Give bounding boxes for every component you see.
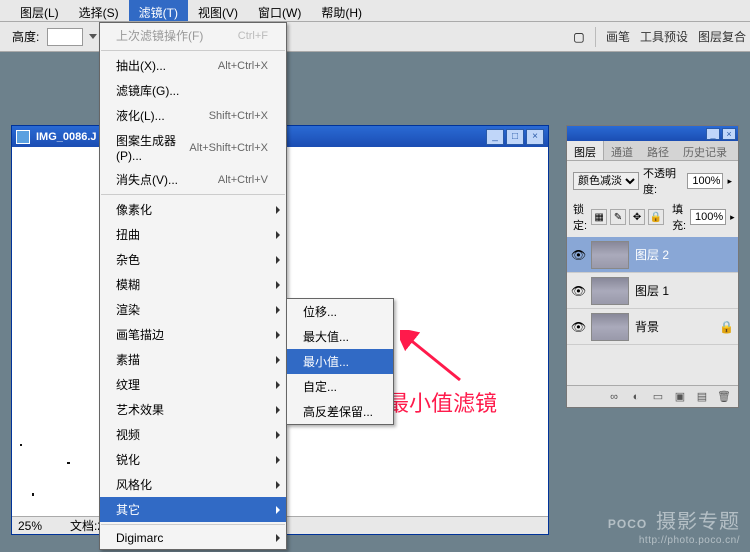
opacity-label: 不透明度: bbox=[643, 165, 683, 197]
menu-blur[interactable]: 模糊 bbox=[100, 272, 286, 297]
fill-label: 填充: bbox=[672, 201, 686, 233]
menu-video[interactable]: 视频 bbox=[100, 422, 286, 447]
palette-toggle-icon[interactable]: ▢ bbox=[569, 27, 589, 47]
height-input[interactable] bbox=[47, 28, 83, 46]
fill-input[interactable] bbox=[690, 209, 726, 225]
layer-comps-link[interactable]: 图层复合 bbox=[694, 26, 750, 47]
submenu-custom[interactable]: 自定... bbox=[287, 374, 393, 399]
menu-filter-gallery[interactable]: 滤镜库(G)... bbox=[100, 78, 286, 103]
lock-position-icon[interactable]: ✥ bbox=[629, 209, 645, 225]
menu-help[interactable]: 帮助(H) bbox=[311, 0, 372, 21]
menu-stylize[interactable]: 风格化 bbox=[100, 472, 286, 497]
visibility-toggle-icon[interactable]: 👁 bbox=[571, 248, 585, 262]
layer-style-icon[interactable]: ◐ bbox=[628, 389, 644, 405]
blend-mode-select[interactable]: 颜色减淡 bbox=[573, 172, 639, 190]
document-icon bbox=[16, 130, 30, 144]
new-group-icon[interactable]: ▣ bbox=[672, 389, 688, 405]
menu-extract[interactable]: 抽出(X)...Alt+Ctrl+X bbox=[100, 53, 286, 78]
menu-filter[interactable]: 滤镜(T) bbox=[129, 0, 188, 21]
height-label: 高度: bbox=[12, 28, 39, 45]
lock-paint-icon[interactable]: ✎ bbox=[610, 209, 626, 225]
submenu-offset[interactable]: 位移... bbox=[287, 299, 393, 324]
zoom-level[interactable]: 25% bbox=[18, 519, 58, 533]
minimize-button[interactable]: _ bbox=[486, 129, 504, 145]
menu-brush-strokes[interactable]: 画笔描边 bbox=[100, 322, 286, 347]
layer-row[interactable]: 👁 图层 2 bbox=[567, 237, 738, 273]
panel-titlebar[interactable]: _ × bbox=[567, 126, 738, 141]
menu-select[interactable]: 选择(S) bbox=[69, 0, 129, 21]
menu-pixelate[interactable]: 像素化 bbox=[100, 197, 286, 222]
menu-distort[interactable]: 扭曲 bbox=[100, 222, 286, 247]
fill-arrow-icon[interactable]: ▸ bbox=[730, 212, 735, 223]
tab-paths[interactable]: 路径 bbox=[640, 141, 676, 160]
opacity-input[interactable] bbox=[687, 173, 723, 189]
submenu-minimum[interactable]: 最小值... bbox=[287, 349, 393, 374]
other-submenu: 位移... 最大值... 最小值... 自定... 高反差保留... bbox=[286, 298, 394, 425]
lock-all-icon[interactable]: 🔒 bbox=[648, 209, 664, 225]
lock-icon: 🔒 bbox=[719, 320, 734, 334]
tab-history[interactable]: 历史记录 bbox=[676, 141, 734, 160]
panel-tabs: 图层 通道 路径 历史记录 bbox=[567, 141, 738, 161]
brushes-palette-link[interactable]: 画笔 bbox=[602, 26, 634, 47]
filter-dropdown: 上次滤镜操作(F) Ctrl+F 抽出(X)...Alt+Ctrl+X 滤镜库(… bbox=[99, 22, 287, 550]
menu-render[interactable]: 渲染 bbox=[100, 297, 286, 322]
menu-other[interactable]: 其它 bbox=[100, 497, 286, 522]
layer-thumbnail[interactable] bbox=[591, 277, 629, 305]
close-button[interactable]: × bbox=[526, 129, 544, 145]
menu-pattern-maker[interactable]: 图案生成器(P)...Alt+Shift+Ctrl+X bbox=[100, 128, 286, 167]
layer-row[interactable]: 👁 背景 🔒 bbox=[567, 309, 738, 345]
submenu-high-pass[interactable]: 高反差保留... bbox=[287, 399, 393, 424]
menu-noise[interactable]: 杂色 bbox=[100, 247, 286, 272]
menu-artistic[interactable]: 艺术效果 bbox=[100, 397, 286, 422]
tool-presets-link[interactable]: 工具预设 bbox=[636, 26, 692, 47]
layer-list: 👁 图层 2 👁 图层 1 👁 背景 🔒 bbox=[567, 237, 738, 385]
submenu-maximum[interactable]: 最大值... bbox=[287, 324, 393, 349]
menu-texture[interactable]: 纹理 bbox=[100, 372, 286, 397]
layer-thumbnail[interactable] bbox=[591, 313, 629, 341]
watermark: POCO 摄影专题 http://photo.poco.cn/ bbox=[608, 503, 740, 546]
menu-layer[interactable]: 图层(L) bbox=[10, 0, 69, 21]
layer-mask-icon[interactable]: ▭ bbox=[650, 389, 666, 405]
delete-layer-icon[interactable]: 🗑 bbox=[716, 389, 732, 405]
maximize-button[interactable]: □ bbox=[506, 129, 524, 145]
annotation-text: 最小值滤镜 bbox=[387, 386, 497, 418]
layer-name[interactable]: 背景 bbox=[635, 318, 659, 335]
layer-row[interactable]: 👁 图层 1 bbox=[567, 273, 738, 309]
menu-sketch[interactable]: 素描 bbox=[100, 347, 286, 372]
visibility-toggle-icon[interactable]: 👁 bbox=[571, 320, 585, 334]
menu-last-filter: 上次滤镜操作(F) Ctrl+F bbox=[100, 23, 286, 48]
menu-vanishing-point[interactable]: 消失点(V)...Alt+Ctrl+V bbox=[100, 167, 286, 192]
menu-digimarc[interactable]: Digimarc bbox=[100, 527, 286, 549]
menu-sharpen[interactable]: 锐化 bbox=[100, 447, 286, 472]
lock-label: 锁定: bbox=[573, 201, 587, 233]
height-dropdown-icon[interactable] bbox=[89, 34, 97, 39]
lock-transparency-icon[interactable]: ▦ bbox=[591, 209, 607, 225]
layers-panel-footer: ∞ ◐ ▭ ▣ ▤ 🗑 bbox=[567, 385, 738, 407]
panel-minimize-button[interactable]: _ bbox=[706, 128, 720, 140]
menu-window[interactable]: 窗口(W) bbox=[248, 0, 311, 21]
menu-liquify[interactable]: 液化(L)...Shift+Ctrl+X bbox=[100, 103, 286, 128]
tab-channels[interactable]: 通道 bbox=[604, 141, 640, 160]
link-layers-icon[interactable]: ∞ bbox=[606, 389, 622, 405]
layer-thumbnail[interactable] bbox=[591, 241, 629, 269]
menu-view[interactable]: 视图(V) bbox=[188, 0, 248, 21]
tab-layers[interactable]: 图层 bbox=[567, 141, 604, 160]
visibility-toggle-icon[interactable]: 👁 bbox=[571, 284, 585, 298]
new-layer-icon[interactable]: ▤ bbox=[694, 389, 710, 405]
layer-name[interactable]: 图层 1 bbox=[635, 282, 669, 299]
layers-panel: _ × 图层 通道 路径 历史记录 颜色减淡 不透明度: ▸ 锁定: ▦ ✎ ✥ bbox=[566, 125, 739, 408]
layer-name[interactable]: 图层 2 bbox=[635, 246, 669, 263]
annotation-arrow-icon bbox=[400, 330, 470, 385]
panel-close-button[interactable]: × bbox=[722, 128, 736, 140]
menubar: 图层(L) 选择(S) 滤镜(T) 视图(V) 窗口(W) 帮助(H) bbox=[0, 0, 750, 22]
opacity-arrow-icon[interactable]: ▸ bbox=[727, 176, 732, 187]
